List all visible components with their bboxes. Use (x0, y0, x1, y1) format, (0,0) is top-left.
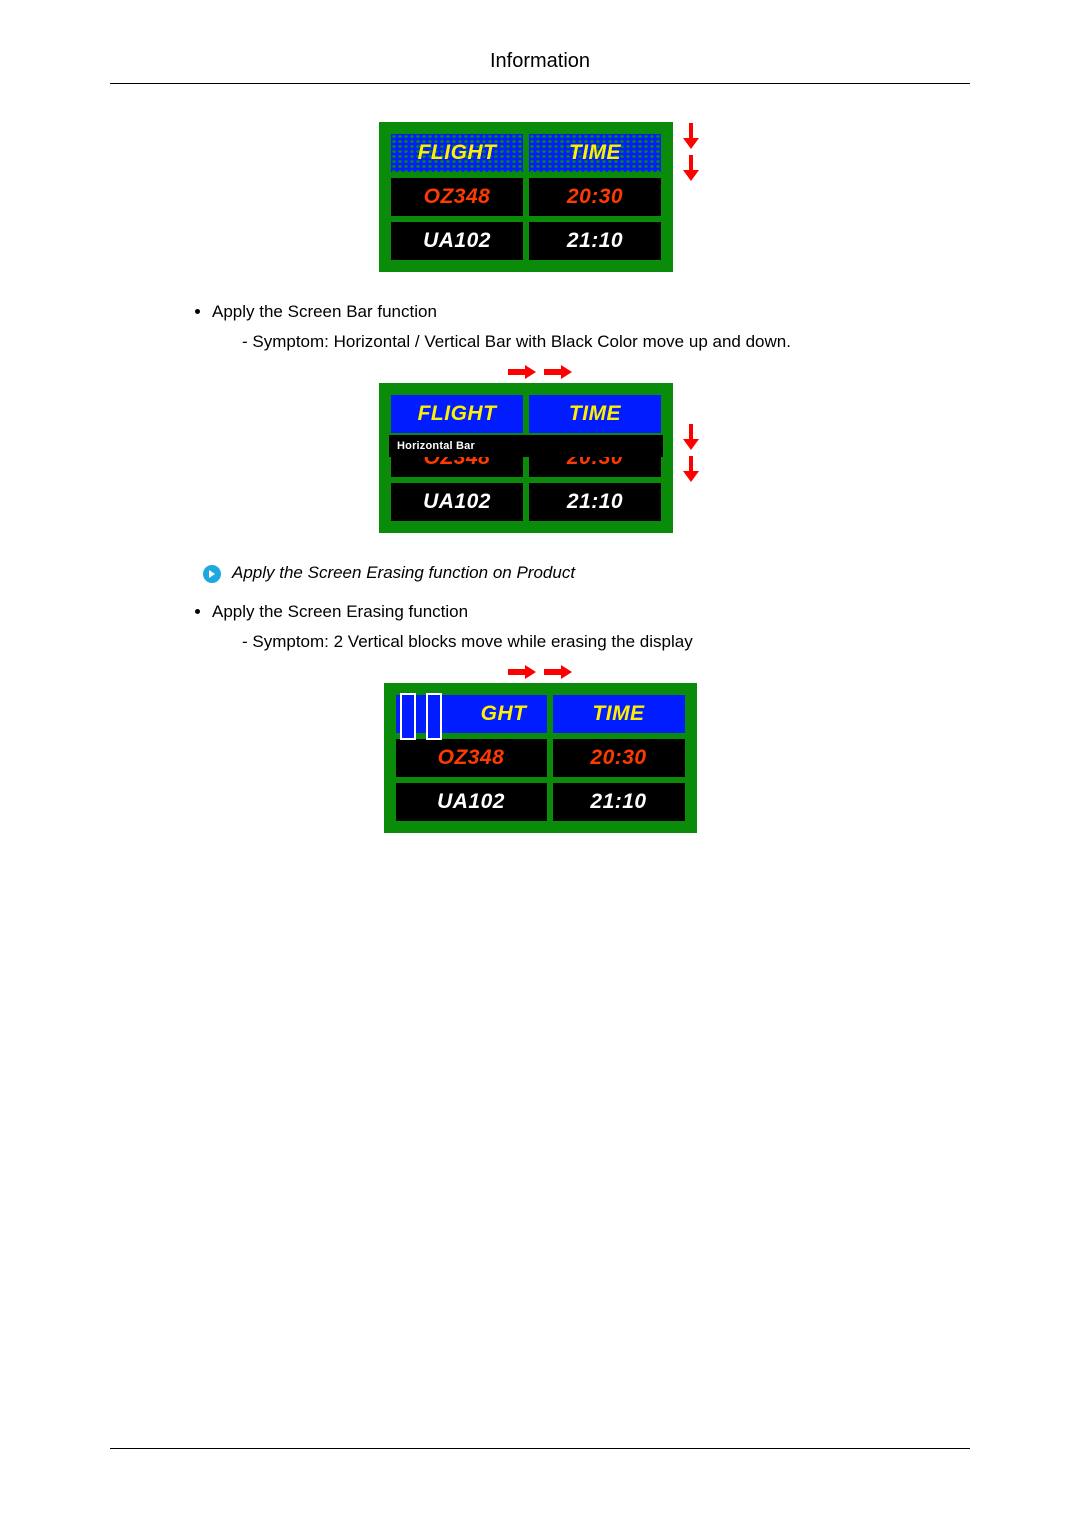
cell-time-2110: 21:10 (550, 780, 688, 824)
horizontal-arrows (110, 664, 970, 685)
arrow-circle-icon (202, 564, 222, 584)
erase-block-icon (426, 693, 442, 740)
col-header-time: TIME (526, 131, 664, 175)
arrow-down-icon (681, 154, 701, 182)
cell-time-2030: 20:30 (526, 175, 664, 219)
erase-block-icon (400, 693, 416, 740)
horizontal-bar-overlay: Horizontal Bar (389, 435, 663, 457)
arrow-right-icon (507, 364, 537, 380)
arrow-right-icon (507, 664, 537, 680)
bullet-list: Apply the Screen Bar function (140, 302, 970, 322)
symptom-screen-erasing: - Symptom: 2 Vertical blocks move while … (140, 632, 970, 652)
page: Information FLIGHT TIME (0, 0, 1080, 1527)
bullet-screen-bar: Apply the Screen Bar function (212, 302, 970, 322)
col-header-flight: FLIGHT (388, 392, 526, 436)
horizontal-arrows (110, 364, 970, 385)
figure-pixel-scroll: FLIGHT TIME OZ348 20:30 UA102 21:10 (110, 122, 970, 272)
page-title: Information (110, 50, 970, 73)
vertical-arrows (681, 383, 701, 483)
bullet-list: Apply the Screen Erasing function (140, 602, 970, 622)
arrow-down-icon (681, 122, 701, 150)
symptom-screen-bar: - Symptom: Horizontal / Vertical Bar wit… (140, 332, 970, 352)
note-erasing: Apply the Screen Erasing function on Pro… (202, 563, 970, 584)
col-header-time: TIME (526, 392, 664, 436)
cell-time-2110: 21:10 (526, 219, 664, 263)
col-header-time: TIME (550, 692, 688, 736)
arrow-right-icon (543, 364, 573, 380)
cell-flight-ua102: UA102 (388, 480, 526, 524)
flight-board: GHT TIME OZ348 20:30 UA102 21:10 (384, 683, 697, 833)
header-rule (110, 83, 970, 84)
cell-flight-oz348: OZ348 (393, 736, 550, 780)
footer-rule (110, 1448, 970, 1449)
arrow-right-icon (543, 664, 573, 680)
arrow-down-icon (681, 423, 701, 451)
cell-flight-ua102: UA102 (393, 780, 550, 824)
cell-flight-oz348: OZ348 (388, 175, 526, 219)
col-header-flight: FLIGHT (388, 131, 526, 175)
cell-flight-ua102: UA102 (388, 219, 526, 263)
vertical-arrows (681, 122, 701, 182)
figure-screen-bar: FLIGHT TIME OZ348 20:30 UA102 21:10 (110, 364, 970, 533)
arrow-down-icon (681, 455, 701, 483)
flight-board: FLIGHT TIME OZ348 20:30 UA102 21:10 (379, 122, 673, 272)
col-header-flight-partial: GHT (393, 692, 550, 736)
flight-board: FLIGHT TIME OZ348 20:30 UA102 21:10 (379, 383, 673, 533)
figure-screen-erasing: GHT TIME OZ348 20:30 UA102 21:10 (110, 664, 970, 833)
bullet-screen-erasing: Apply the Screen Erasing function (212, 602, 970, 622)
cell-time-2030: 20:30 (550, 736, 688, 780)
cell-time-2110: 21:10 (526, 480, 664, 524)
